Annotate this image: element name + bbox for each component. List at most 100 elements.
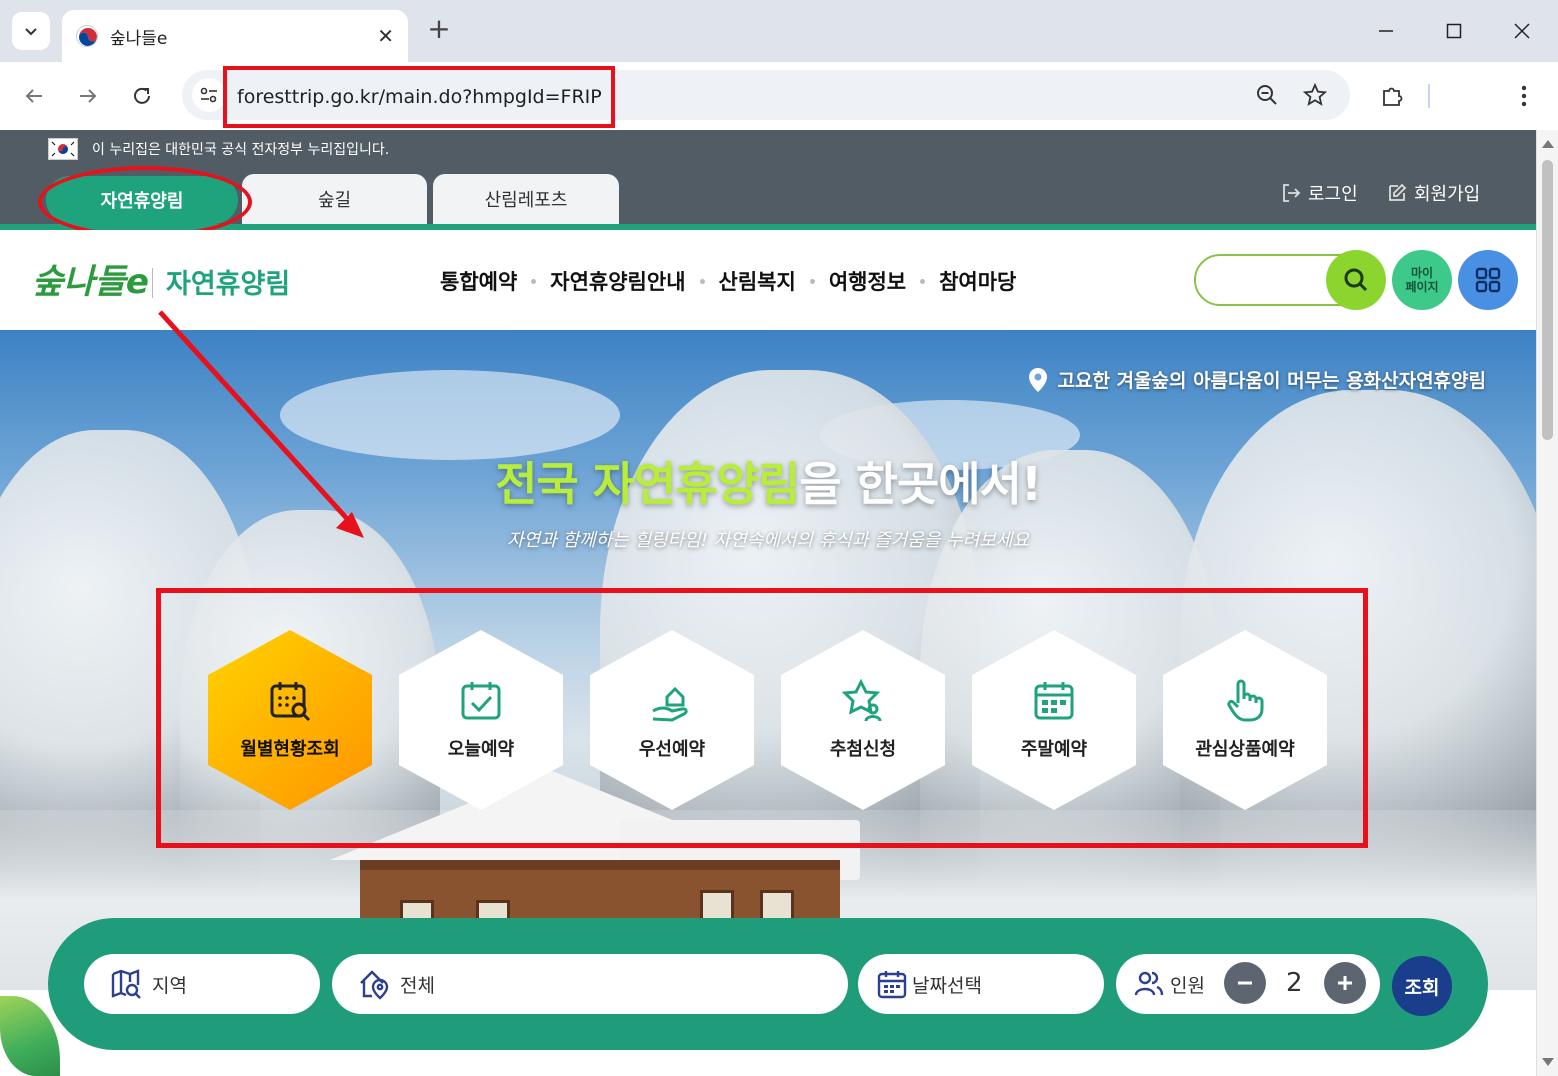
people-increase-button[interactable] — [1324, 962, 1366, 1004]
site-tab-forest-trail[interactable]: 숲길 — [242, 174, 427, 224]
booking-search-bar: 지역 전체 날짜선택 인원 2 조회 — [48, 918, 1488, 1050]
annotation-circle — [38, 166, 252, 238]
arrow-left-icon — [25, 89, 42, 103]
extensions-button[interactable] — [1374, 78, 1410, 114]
quick-menu-weekend-booking[interactable]: 주말예약 — [972, 630, 1136, 810]
page-scrollbar[interactable] — [1536, 130, 1558, 1076]
tab-search-button[interactable] — [12, 12, 50, 50]
tab-close-icon[interactable]: ✕ — [377, 24, 394, 48]
facility-select[interactable]: 전체 — [332, 954, 848, 1014]
quick-menu-priority-booking[interactable]: 우선예약 — [590, 630, 754, 810]
close-icon — [1514, 23, 1530, 39]
logo-subtitle[interactable]: 자연휴양림 — [166, 262, 290, 301]
signup-label: 회원가입 — [1414, 184, 1481, 205]
site-header: 숲나들e 자연휴양림 통합예약 자연휴양림안내 산림복지 여행정보 참여마당 마… — [0, 230, 1536, 330]
reload-icon — [134, 87, 150, 104]
calendar-search-icon — [270, 682, 311, 722]
quick-menu-label: 오늘예약 — [447, 739, 515, 760]
scroll-thumb[interactable] — [1542, 160, 1553, 440]
quick-menu-wishlist-booking[interactable]: 관심상품예약 — [1163, 630, 1327, 810]
hero-location[interactable]: 고요한 겨울숲의 아름다움이 머무는 용화산자연휴양림 — [1027, 366, 1486, 393]
date-select[interactable]: 날짜선택 — [858, 954, 1104, 1014]
hero-title: 전국 자연휴양림을 한곳에서! — [0, 448, 1536, 514]
nav-item-travel-info[interactable]: 여행정보 — [829, 266, 906, 296]
maximize-icon — [1446, 23, 1462, 39]
cloud — [280, 370, 620, 460]
login-link[interactable]: 로그인 — [1280, 180, 1358, 206]
all-menu-button[interactable] — [1458, 250, 1518, 310]
house-pin-icon — [360, 970, 389, 1000]
new-tab-button[interactable]: + — [424, 14, 454, 44]
minimize-button[interactable] — [1366, 14, 1406, 48]
quick-menu-monthly-status[interactable]: 월별현황조회 — [208, 630, 372, 810]
scroll-up-arrow-icon[interactable] — [1542, 140, 1554, 148]
taegeuk-favicon-icon — [76, 25, 98, 47]
edit-icon — [1389, 183, 1407, 201]
browser-menu-button[interactable] — [1506, 78, 1542, 114]
site-tab-forest-sports[interactable]: 산림레포츠 — [433, 174, 619, 224]
quick-menu-label: 추첨신청 — [829, 739, 897, 760]
browser-tab-active[interactable]: 숲나들e ✕ — [62, 10, 408, 62]
mypage-label-2: 페이지 — [1405, 280, 1439, 294]
region-label: 지역 — [152, 974, 187, 997]
nav-item-lodge-info[interactable]: 자연휴양림안내 — [550, 266, 685, 296]
nav-separator — [920, 278, 926, 284]
date-label: 날짜선택 — [912, 974, 982, 997]
star-person-icon — [841, 679, 882, 722]
quick-menu-label: 월별현황조회 — [240, 739, 340, 760]
people-icon — [1134, 971, 1164, 996]
calendar-grid-icon — [1034, 682, 1074, 720]
tab-strip: 숲나들e ✕ + — [0, 0, 1558, 62]
minus-icon — [1238, 981, 1252, 985]
search-icon — [1344, 268, 1368, 292]
scroll-down-arrow-icon[interactable] — [1542, 1058, 1554, 1066]
quick-menu-today-booking[interactable]: 오늘예약 — [399, 630, 563, 810]
logo-divider — [152, 268, 153, 298]
pointer-hand-icon — [1227, 679, 1264, 722]
toolbar-divider — [1428, 84, 1430, 108]
maximize-button[interactable] — [1434, 14, 1474, 48]
nav-item-forest-welfare[interactable]: 산림복지 — [719, 266, 796, 296]
hero-title-rest: 을 한곳에서! — [799, 457, 1042, 511]
quick-menu-label: 주말예약 — [1020, 739, 1088, 760]
region-select[interactable]: 지역 — [84, 954, 320, 1014]
login-icon — [1283, 184, 1301, 202]
nav-item-community[interactable]: 참여마당 — [939, 266, 1016, 296]
reload-button[interactable] — [124, 78, 160, 114]
location-pin-icon — [1029, 367, 1048, 392]
quick-menu-lottery[interactable]: 추첨신청 — [781, 630, 945, 810]
hero-subtitle: 자연과 함께하는 힐링타임! 자연속에서의 휴식과 즐거움을 누려보세요 — [507, 530, 1029, 551]
bookmark-star-icon[interactable] — [1300, 80, 1330, 110]
plus-icon — [1338, 976, 1352, 990]
hero-title-highlight: 전국 자연휴양림 — [495, 457, 800, 511]
site-logo[interactable]: 숲나들e — [32, 254, 149, 303]
arrow-right-icon — [80, 89, 97, 103]
kebab-menu-icon — [1521, 85, 1527, 107]
signup-link[interactable]: 회원가입 — [1386, 180, 1480, 206]
people-decrease-button[interactable] — [1224, 962, 1266, 1004]
close-window-button[interactable] — [1502, 14, 1542, 48]
site-search-button[interactable] — [1326, 250, 1386, 310]
hand-house-icon — [652, 686, 688, 722]
puzzle-icon — [1383, 87, 1403, 106]
browser-chrome: 숲나들e ✕ + foresttrip.go.kr/main.do?hmpgId… — [0, 0, 1558, 130]
tune-icon — [200, 87, 217, 103]
login-label: 로그인 — [1308, 184, 1358, 205]
site-info-button[interactable] — [192, 78, 226, 112]
korea-flag-icon — [48, 138, 78, 160]
minimize-icon — [1379, 30, 1393, 32]
query-button[interactable]: 조회 — [1392, 956, 1452, 1016]
mypage-button[interactable]: 마이 페이지 — [1392, 250, 1452, 310]
nav-separator — [699, 278, 705, 284]
url-text[interactable]: foresttrip.go.kr/main.do?hmpgId=FRIP — [223, 66, 615, 128]
hero-banner: 고요한 겨울숲의 아름다움이 머무는 용화산자연휴양림 전국 자연휴양림을 한곳… — [0, 330, 1536, 990]
people-label: 인원 — [1170, 974, 1205, 997]
back-button[interactable] — [16, 78, 52, 114]
nav-separator — [531, 278, 537, 284]
forward-button[interactable] — [70, 78, 106, 114]
address-bar[interactable]: foresttrip.go.kr/main.do?hmpgId=FRIP — [182, 66, 1350, 128]
mypage-label-1: 마이 — [1410, 266, 1434, 280]
nav-item-integrated-booking[interactable]: 통합예약 — [440, 266, 517, 296]
zoom-icon[interactable] — [1252, 80, 1282, 110]
quick-menu-label: 우선예약 — [638, 739, 706, 760]
